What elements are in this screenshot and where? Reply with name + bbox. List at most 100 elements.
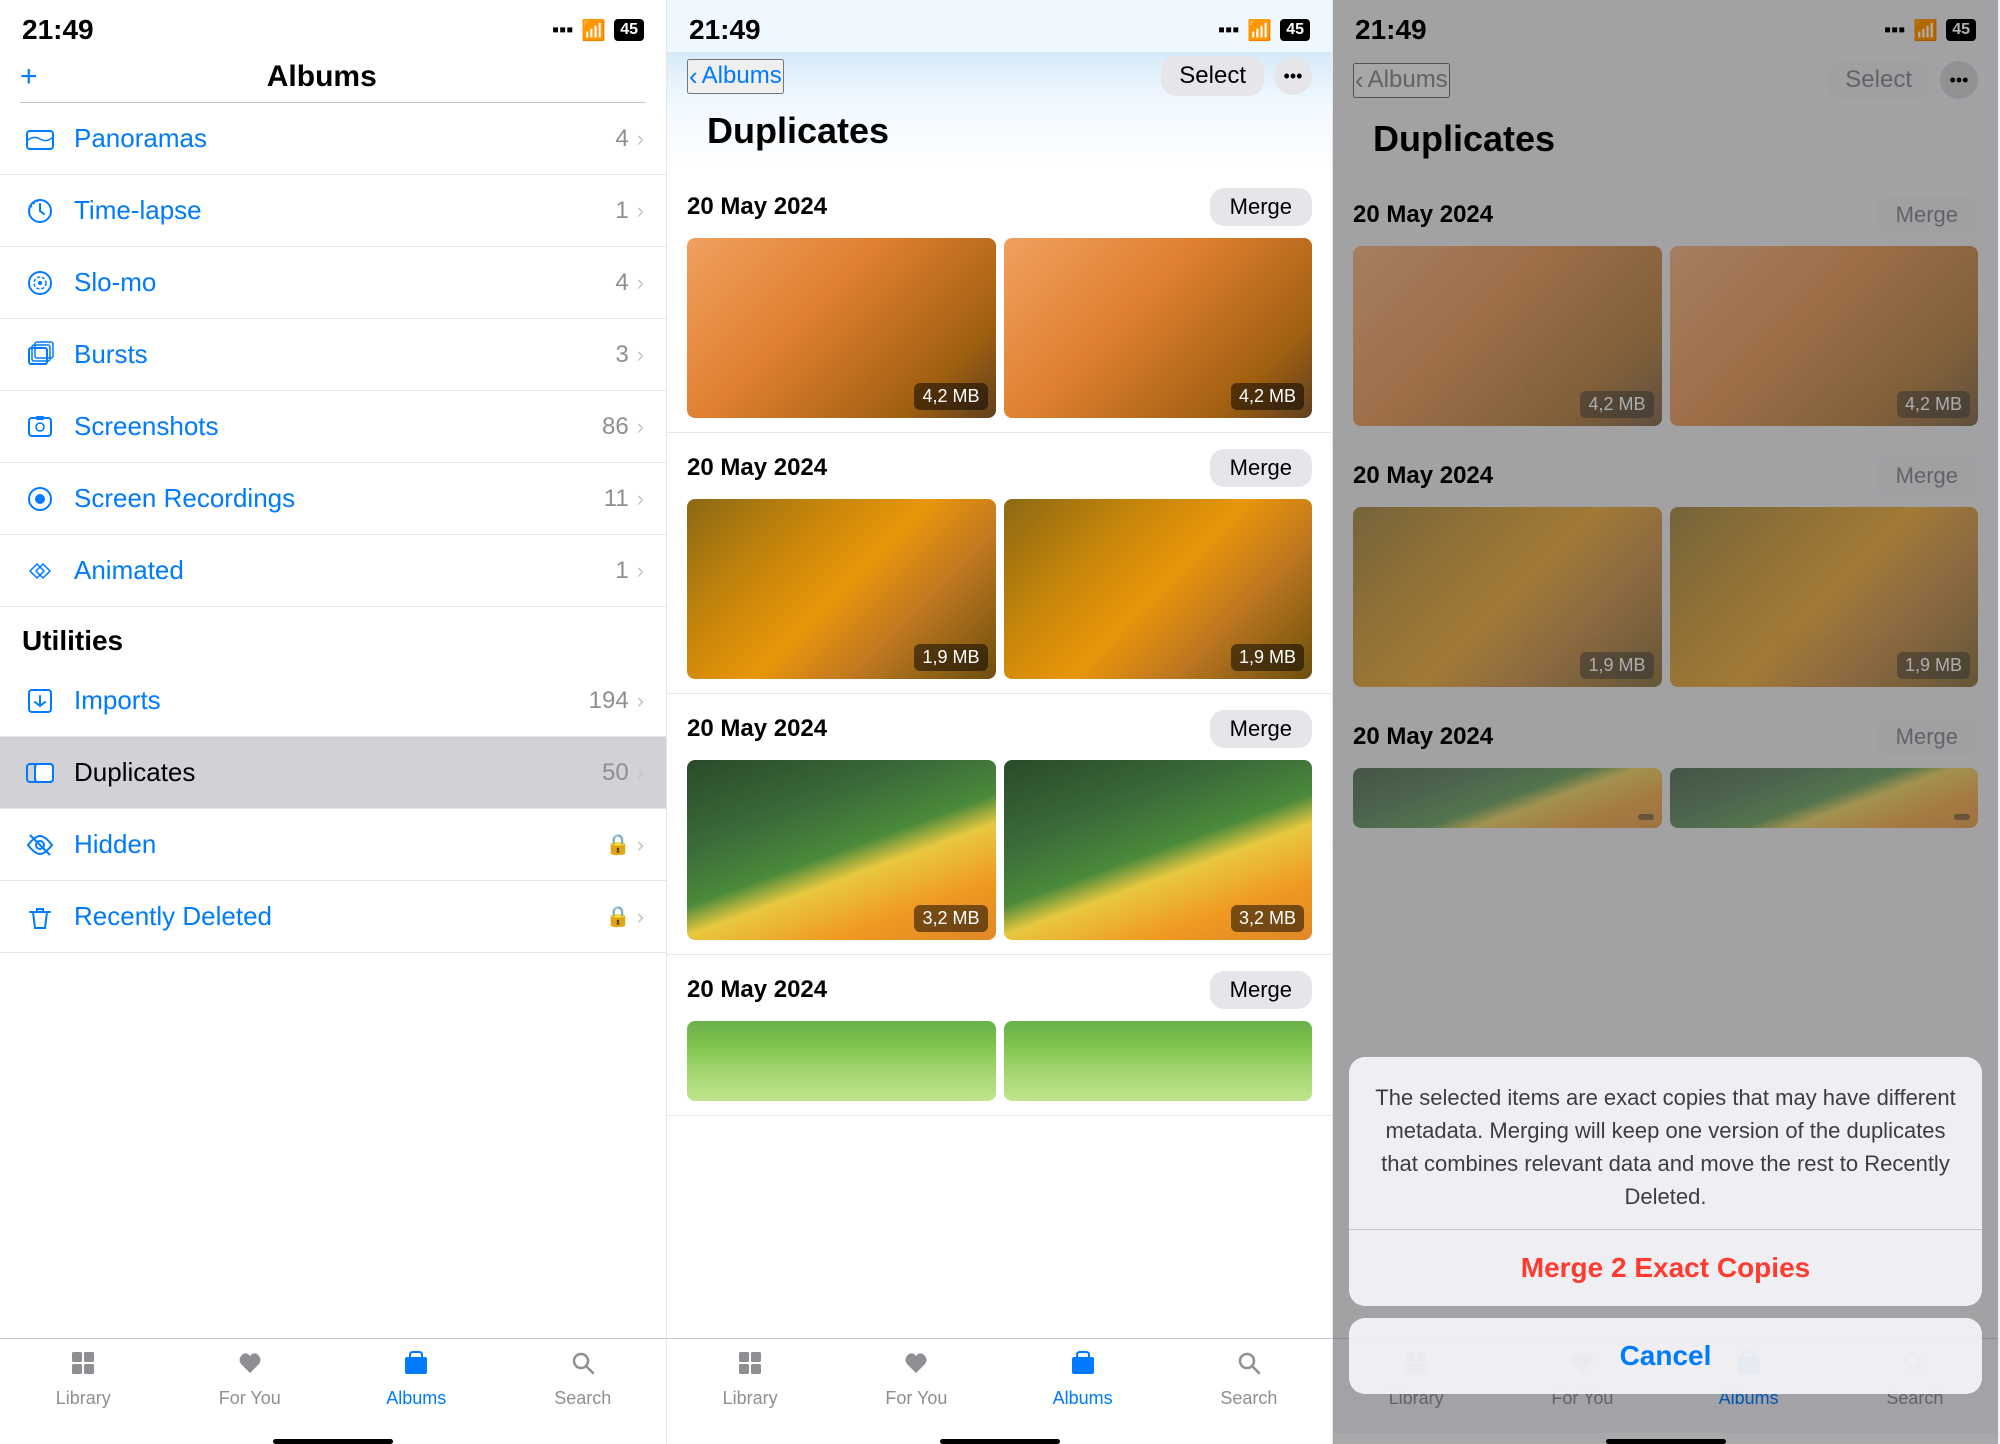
albums-title: Albums bbox=[267, 60, 377, 94]
sidebar-item-slomo[interactable]: Slo-mo 4 › bbox=[0, 247, 666, 319]
dup-photo-3a[interactable]: 3,2 MB bbox=[687, 760, 996, 940]
dup-group-1: 20 May 2024 Merge 4,2 MB 4,2 MB bbox=[667, 172, 1332, 433]
dup-photo-2a[interactable]: 1,9 MB bbox=[687, 499, 996, 679]
dup-photo-size-2b: 1,9 MB bbox=[1231, 644, 1304, 671]
action-sheet-overlay: The selected items are exact copies that… bbox=[1333, 0, 1998, 1444]
imports-chevron: › bbox=[637, 688, 644, 714]
select-button-2[interactable]: Select bbox=[1161, 56, 1264, 96]
dup-photo-1b[interactable]: 4,2 MB bbox=[1004, 238, 1313, 418]
sidebar-item-screenshots[interactable]: Screenshots 86 › bbox=[0, 391, 666, 463]
dup-photo-4b[interactable] bbox=[1004, 1021, 1313, 1101]
sidebar-item-hidden[interactable]: Hidden 🔒 › bbox=[0, 809, 666, 881]
tab-library-label-1: Library bbox=[56, 1388, 111, 1409]
home-indicator-1 bbox=[273, 1439, 393, 1444]
screenshots-label: Screenshots bbox=[74, 411, 602, 442]
for-you-icon-2 bbox=[902, 1349, 930, 1384]
panel-duplicates-modal: 21:49 ▪▪▪ 📶 45 ‹ Albums Select ••• Dupli… bbox=[1332, 0, 1998, 1444]
screen-recordings-icon bbox=[22, 484, 58, 514]
dup-photo-1a[interactable]: 4,2 MB bbox=[687, 238, 996, 418]
merge-exact-copies-button[interactable]: Merge 2 Exact Copies bbox=[1349, 1230, 1982, 1306]
panel-3-content: 21:49 ▪▪▪ 📶 45 ‹ Albums Select ••• Dupli… bbox=[1333, 0, 1998, 1444]
bursts-label: Bursts bbox=[74, 339, 615, 370]
dup-photo-4a[interactable] bbox=[687, 1021, 996, 1101]
panoramas-chevron: › bbox=[637, 126, 644, 152]
dup-photo-size-3b: 3,2 MB bbox=[1231, 905, 1304, 932]
screen-recordings-count: 11 bbox=[604, 485, 629, 513]
cancel-button[interactable]: Cancel bbox=[1349, 1318, 1982, 1394]
tab-library-2[interactable]: Library bbox=[700, 1349, 800, 1409]
action-sheet: The selected items are exact copies that… bbox=[1333, 1057, 1998, 1444]
merge-button-2[interactable]: Merge bbox=[1210, 449, 1312, 487]
sidebar-item-screen-recordings[interactable]: Screen Recordings 11 › bbox=[0, 463, 666, 535]
back-button-2[interactable]: ‹ Albums bbox=[687, 59, 784, 94]
tab-albums-1[interactable]: Albums bbox=[366, 1349, 466, 1409]
duplicates-chevron: › bbox=[637, 760, 644, 786]
sidebar-item-panoramas[interactable]: Panoramas 4 › bbox=[0, 103, 666, 175]
hidden-lock-icon: 🔒 bbox=[606, 832, 631, 857]
for-you-icon-1 bbox=[236, 1349, 264, 1384]
tab-albums-label-1: Albums bbox=[386, 1388, 446, 1409]
nav-bar-albums: + Albums bbox=[0, 52, 666, 102]
tab-search-1[interactable]: Search bbox=[533, 1349, 633, 1409]
bursts-icon bbox=[22, 340, 58, 370]
dup-photos-4 bbox=[687, 1021, 1312, 1101]
dup-group-4: 20 May 2024 Merge bbox=[667, 955, 1332, 1116]
albums-icon-1 bbox=[402, 1349, 430, 1384]
recently-deleted-lock-icon: 🔒 bbox=[606, 904, 631, 929]
tab-bar-1: Library For You Albums bbox=[0, 1338, 666, 1433]
sidebar-item-timelapse[interactable]: Time-lapse 1 › bbox=[0, 175, 666, 247]
signal-icon-1: ▪▪▪ bbox=[552, 19, 573, 42]
tab-for-you-2[interactable]: For You bbox=[866, 1349, 966, 1409]
tab-search-2[interactable]: Search bbox=[1199, 1349, 1299, 1409]
dup-group-2: 20 May 2024 Merge 1,9 MB 1,9 MB bbox=[667, 433, 1332, 694]
dup-group-3: 20 May 2024 Merge 3,2 MB 3,2 MB bbox=[667, 694, 1332, 955]
dup-photo-size-2a: 1,9 MB bbox=[914, 644, 987, 671]
tab-for-you-label-2: For You bbox=[885, 1388, 947, 1409]
library-icon-2 bbox=[736, 1349, 764, 1384]
dup-photo-size-3a: 3,2 MB bbox=[914, 905, 987, 932]
status-bar-2: 21:49 ▪▪▪ 📶 45 bbox=[667, 0, 1332, 52]
timelapse-chevron: › bbox=[637, 198, 644, 224]
dup-photo-size-1a: 4,2 MB bbox=[914, 383, 987, 410]
status-icons-2: ▪▪▪ 📶 45 bbox=[1218, 18, 1310, 43]
duplicates-icon bbox=[22, 758, 58, 788]
imports-count: 194 bbox=[589, 687, 629, 715]
tab-for-you-1[interactable]: For You bbox=[200, 1349, 300, 1409]
more-button-2[interactable]: ••• bbox=[1274, 57, 1312, 95]
tab-library-label-2: Library bbox=[723, 1388, 778, 1409]
bursts-count: 3 bbox=[615, 341, 628, 369]
sidebar-item-animated[interactable]: Animated 1 › bbox=[0, 535, 666, 607]
dup-date-2: 20 May 2024 bbox=[687, 454, 827, 482]
panel-duplicates: 21:49 ▪▪▪ 📶 45 ‹ Albums Select ••• Dupli… bbox=[666, 0, 1332, 1444]
merge-button-4[interactable]: Merge bbox=[1210, 971, 1312, 1009]
slomo-count: 4 bbox=[615, 269, 628, 297]
tab-search-label-1: Search bbox=[554, 1388, 611, 1409]
add-album-button[interactable]: + bbox=[20, 60, 38, 94]
tab-search-label-2: Search bbox=[1220, 1388, 1277, 1409]
tab-library-1[interactable]: Library bbox=[33, 1349, 133, 1409]
sidebar-item-recently-deleted[interactable]: Recently Deleted 🔒 › bbox=[0, 881, 666, 953]
sidebar-item-imports[interactable]: Imports 194 › bbox=[0, 665, 666, 737]
panorama-icon bbox=[22, 124, 58, 154]
duplicates-count: 50 bbox=[602, 759, 629, 787]
albums-list: Panoramas 4 › Time-lapse 1 › bbox=[0, 103, 666, 1338]
battery-icon-1: 45 bbox=[614, 19, 644, 41]
merge-button-1[interactable]: Merge bbox=[1210, 188, 1312, 226]
dup-photo-3b[interactable]: 3,2 MB bbox=[1004, 760, 1313, 940]
action-sheet-message: The selected items are exact copies that… bbox=[1349, 1057, 1982, 1229]
tab-albums-2[interactable]: Albums bbox=[1033, 1349, 1133, 1409]
back-chevron-icon-2: ‹ bbox=[689, 61, 698, 92]
dup-photo-2b[interactable]: 1,9 MB bbox=[1004, 499, 1313, 679]
tab-bar-2: Library For You Albums bbox=[667, 1338, 1332, 1433]
dup-date-4: 20 May 2024 bbox=[687, 976, 827, 1004]
sidebar-item-duplicates[interactable]: Duplicates 50 › bbox=[0, 737, 666, 809]
status-time-2: 21:49 bbox=[689, 14, 761, 46]
dup-group-header-1: 20 May 2024 Merge bbox=[687, 188, 1312, 226]
status-time-1: 21:49 bbox=[22, 14, 94, 46]
search-icon-2 bbox=[1235, 1349, 1263, 1384]
merge-button-3[interactable]: Merge bbox=[1210, 710, 1312, 748]
sidebar-item-bursts[interactable]: Bursts 3 › bbox=[0, 319, 666, 391]
panoramas-count: 4 bbox=[615, 125, 628, 153]
imports-icon bbox=[22, 686, 58, 716]
dup-group-header-3: 20 May 2024 Merge bbox=[687, 710, 1312, 748]
